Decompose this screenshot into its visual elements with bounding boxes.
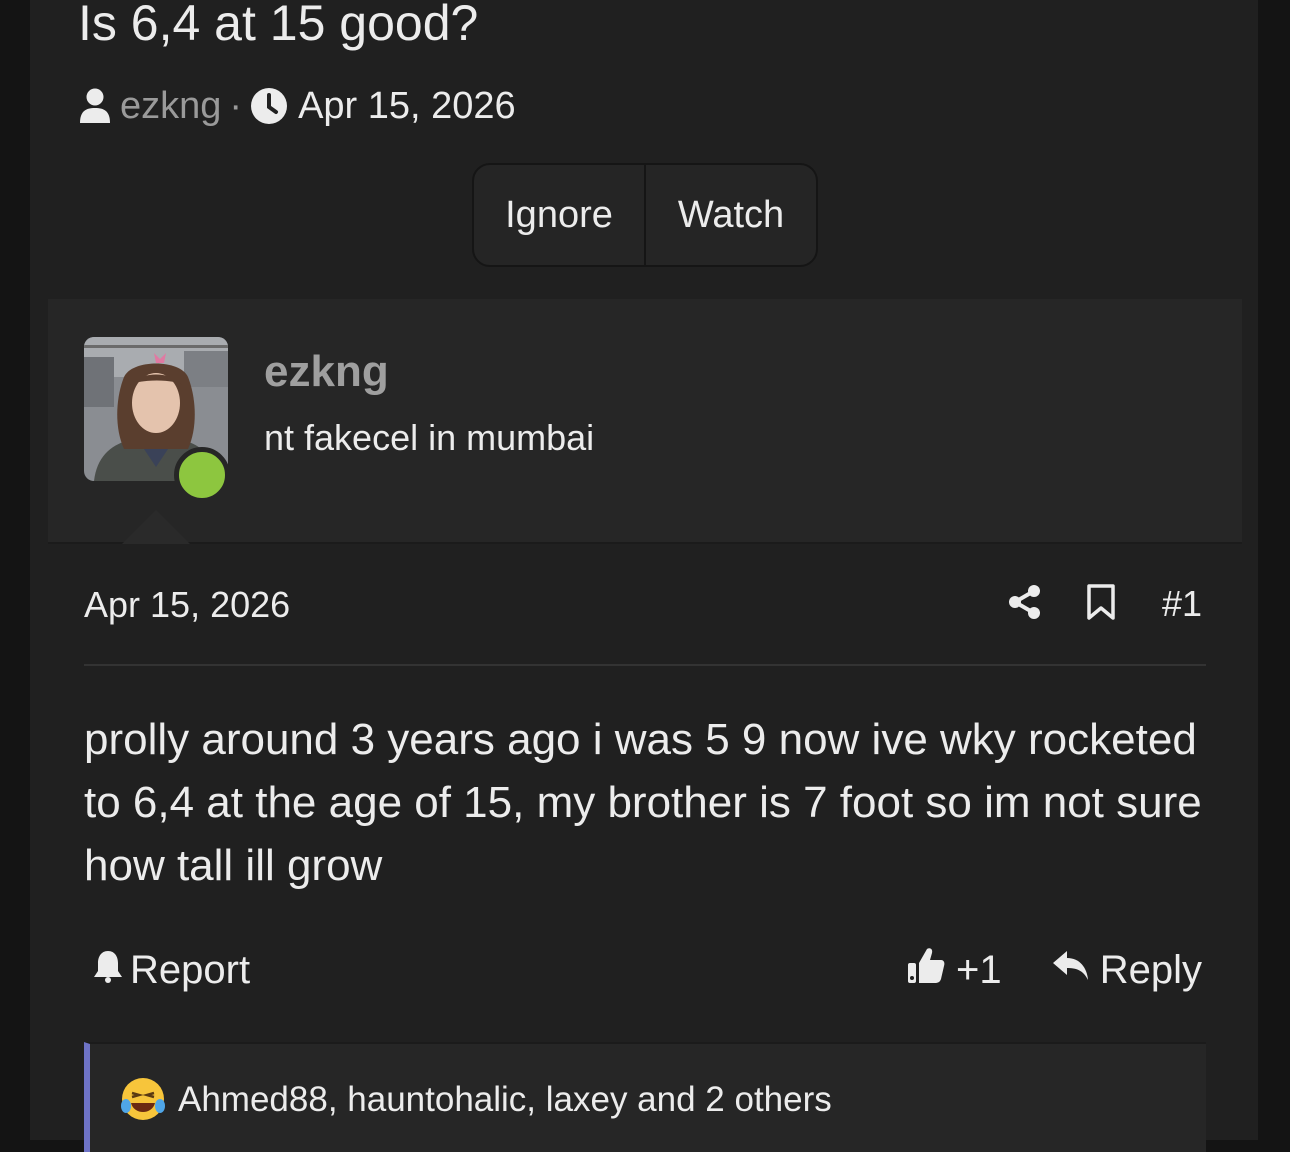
post-header-divider — [84, 664, 1206, 666]
share-icon[interactable] — [1008, 584, 1042, 625]
thread-author-link[interactable]: ezkng — [120, 85, 221, 128]
user-icon — [78, 87, 112, 125]
reactors-list[interactable]: Ahmed88, hauntohalic, laxey and 2 others — [178, 1080, 832, 1120]
reply-button[interactable]: Reply — [1052, 945, 1202, 995]
report-label: Report — [130, 947, 251, 992]
report-button[interactable]: Report — [92, 945, 250, 995]
thread-title: Is 6,4 at 15 good? — [78, 0, 479, 51]
post-footer: Report +1 Reply — [84, 945, 1206, 995]
post-header-actions: #1 — [1008, 582, 1202, 626]
thread-page: Is 6,4 at 15 good? ezkng · Apr 15, 2026 … — [30, 0, 1258, 1152]
clock-icon — [250, 87, 288, 125]
post-date[interactable]: Apr 15, 2026 — [84, 584, 290, 626]
post-body: prolly around 3 years ago i was 5 9 now … — [84, 715, 1202, 890]
post-number-link[interactable]: #1 — [1162, 583, 1202, 625]
thumbs-up-icon — [906, 945, 956, 995]
reactions-summary[interactable]: Ahmed88, hauntohalic, laxey and 2 others — [84, 1042, 1206, 1152]
ignore-button[interactable]: Ignore — [474, 165, 646, 265]
like-button[interactable]: +1 — [906, 945, 1002, 995]
bookmark-icon[interactable] — [1086, 583, 1116, 625]
thread-meta: ezkng · Apr 15, 2026 — [78, 84, 516, 128]
thread-action-buttons: Ignore Watch — [472, 163, 818, 267]
meta-separator: · — [229, 84, 243, 127]
user-block-pointer — [122, 510, 190, 544]
user-title: nt fakecel in mumbai — [264, 417, 595, 458]
thread-date[interactable]: Apr 15, 2026 — [298, 85, 516, 128]
watch-button[interactable]: Watch — [646, 165, 816, 265]
post-username[interactable]: ezkng — [264, 347, 389, 397]
online-status-indicator — [174, 447, 230, 503]
bell-icon — [92, 948, 130, 993]
reply-arrow-icon — [1052, 948, 1100, 993]
post-user-block: ezkng nt fakecel in mumbai — [48, 299, 1242, 544]
laughing-crying-emoji-icon — [120, 1076, 166, 1122]
reaction-count: +1 — [956, 947, 1002, 992]
reply-label: Reply — [1099, 947, 1202, 992]
